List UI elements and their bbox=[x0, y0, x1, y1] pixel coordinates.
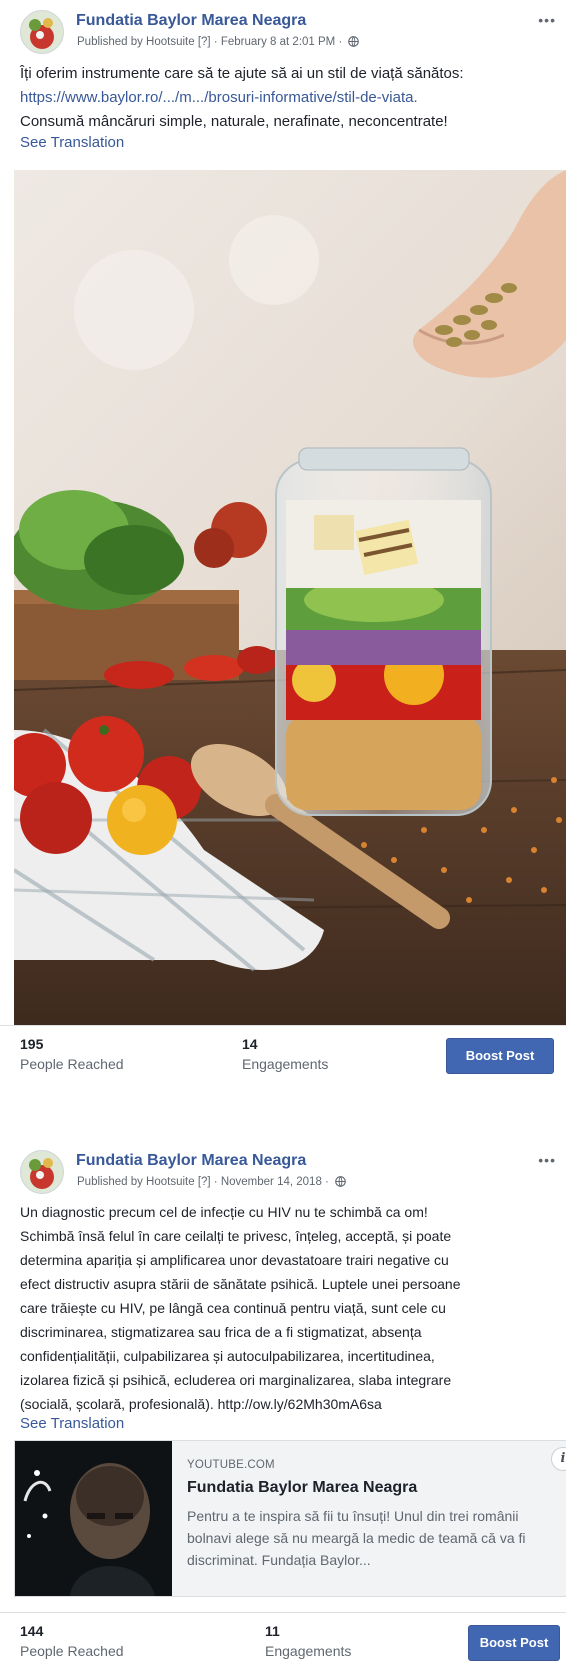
post-header: Fundatia Baylor Marea Neagra Published b… bbox=[20, 1150, 560, 1196]
link-domain: YOUTUBE.COM bbox=[187, 1459, 275, 1471]
link-description: Pentru a te inspira să fii tu însuți! Un… bbox=[187, 1508, 526, 1568]
link-title[interactable]: Fundatia Baylor Marea Neagra bbox=[187, 1479, 417, 1497]
message-line: Îți oferim instrumente care să te ajute … bbox=[20, 65, 464, 82]
post-meta: Published by Hootsuite [?] · November 14… bbox=[77, 1176, 346, 1190]
boost-post-button[interactable]: Boost Post bbox=[446, 1038, 554, 1074]
post-header: Fundatia Baylor Marea Neagra Published b… bbox=[20, 10, 560, 56]
people-reached-label: People Reached bbox=[20, 1056, 124, 1072]
post-message: Un diagnostic precum cel de infecție cu … bbox=[20, 1200, 560, 1416]
page-name-link[interactable]: Fundatia Baylor Marea Neagra bbox=[76, 12, 306, 30]
people-reached-count: 195 bbox=[20, 1036, 44, 1052]
engagements-count: 14 bbox=[242, 1036, 258, 1052]
more-options-icon[interactable]: ••• bbox=[538, 12, 556, 28]
post-meta: Published by Hootsuite [?] · February 8 … bbox=[77, 36, 360, 50]
message-line: Consumă mâncăruri simple, naturale, nera… bbox=[20, 113, 448, 130]
boost-post-button[interactable]: Boost Post bbox=[468, 1625, 560, 1661]
globe-icon bbox=[348, 36, 360, 50]
page-avatar[interactable] bbox=[20, 10, 64, 54]
message-line: care trăiește cu HIV, pe lângă cea conti… bbox=[20, 1300, 446, 1316]
globe-icon bbox=[335, 1176, 346, 1190]
message-line: Un diagnostic precum cel de infecție cu … bbox=[20, 1204, 428, 1220]
page-avatar[interactable] bbox=[20, 1150, 64, 1194]
message-line: determina apariția și amplificarea unor … bbox=[20, 1252, 449, 1268]
post-insights: 195 People Reached 14 Engagements Boost … bbox=[0, 1025, 566, 1086]
engagements-label: Engagements bbox=[242, 1056, 329, 1072]
post-meta-text[interactable]: Published by Hootsuite [?] · February 8 … bbox=[77, 36, 342, 48]
message-line: (socială, școlară, profesională). http:/… bbox=[20, 1396, 382, 1412]
see-translation-link[interactable]: See Translation bbox=[20, 1415, 124, 1432]
post-1: Fundatia Baylor Marea Neagra Published b… bbox=[0, 0, 566, 1090]
people-reached-count: 144 bbox=[20, 1623, 44, 1639]
message-line: confidențialității, culpabilizarea și au… bbox=[20, 1348, 435, 1364]
feed-separator bbox=[0, 1090, 566, 1140]
post-2: Fundatia Baylor Marea Neagra Published b… bbox=[0, 1140, 566, 1675]
page-name-link[interactable]: Fundatia Baylor Marea Neagra bbox=[76, 1152, 306, 1170]
people-reached-label: People Reached bbox=[20, 1643, 124, 1659]
engagements-label: Engagements bbox=[265, 1643, 352, 1659]
see-translation-link[interactable]: See Translation bbox=[20, 134, 124, 151]
info-icon[interactable]: i bbox=[551, 1447, 566, 1471]
message-line: izolarea fizică și psihică, ecluderea or… bbox=[20, 1372, 452, 1388]
message-line: Schimbă însă felul în care ceilalți te p… bbox=[20, 1228, 452, 1244]
more-options-icon[interactable]: ••• bbox=[538, 1152, 556, 1168]
post-meta-text[interactable]: Published by Hootsuite [?] · November 14… bbox=[77, 1176, 329, 1188]
message-line: discriminarea, stigmatizarea sau frica d… bbox=[20, 1324, 422, 1340]
post-insights: 144 People Reached 11 Engagements Boost … bbox=[0, 1612, 566, 1673]
link-preview-card[interactable]: YOUTUBE.COM Fundatia Baylor Marea Neagra… bbox=[14, 1440, 566, 1597]
engagements-count: 11 bbox=[265, 1623, 280, 1639]
message-line: efect distructiv asupra stării de sănăta… bbox=[20, 1276, 461, 1292]
post-photo[interactable] bbox=[14, 170, 566, 1025]
post-message: Îți oferim instrumente care să te ajute … bbox=[20, 62, 560, 134]
video-thumbnail[interactable] bbox=[15, 1441, 172, 1596]
message-link[interactable]: https://www.baylor.ro/.../m.../brosuri-i… bbox=[20, 86, 560, 110]
